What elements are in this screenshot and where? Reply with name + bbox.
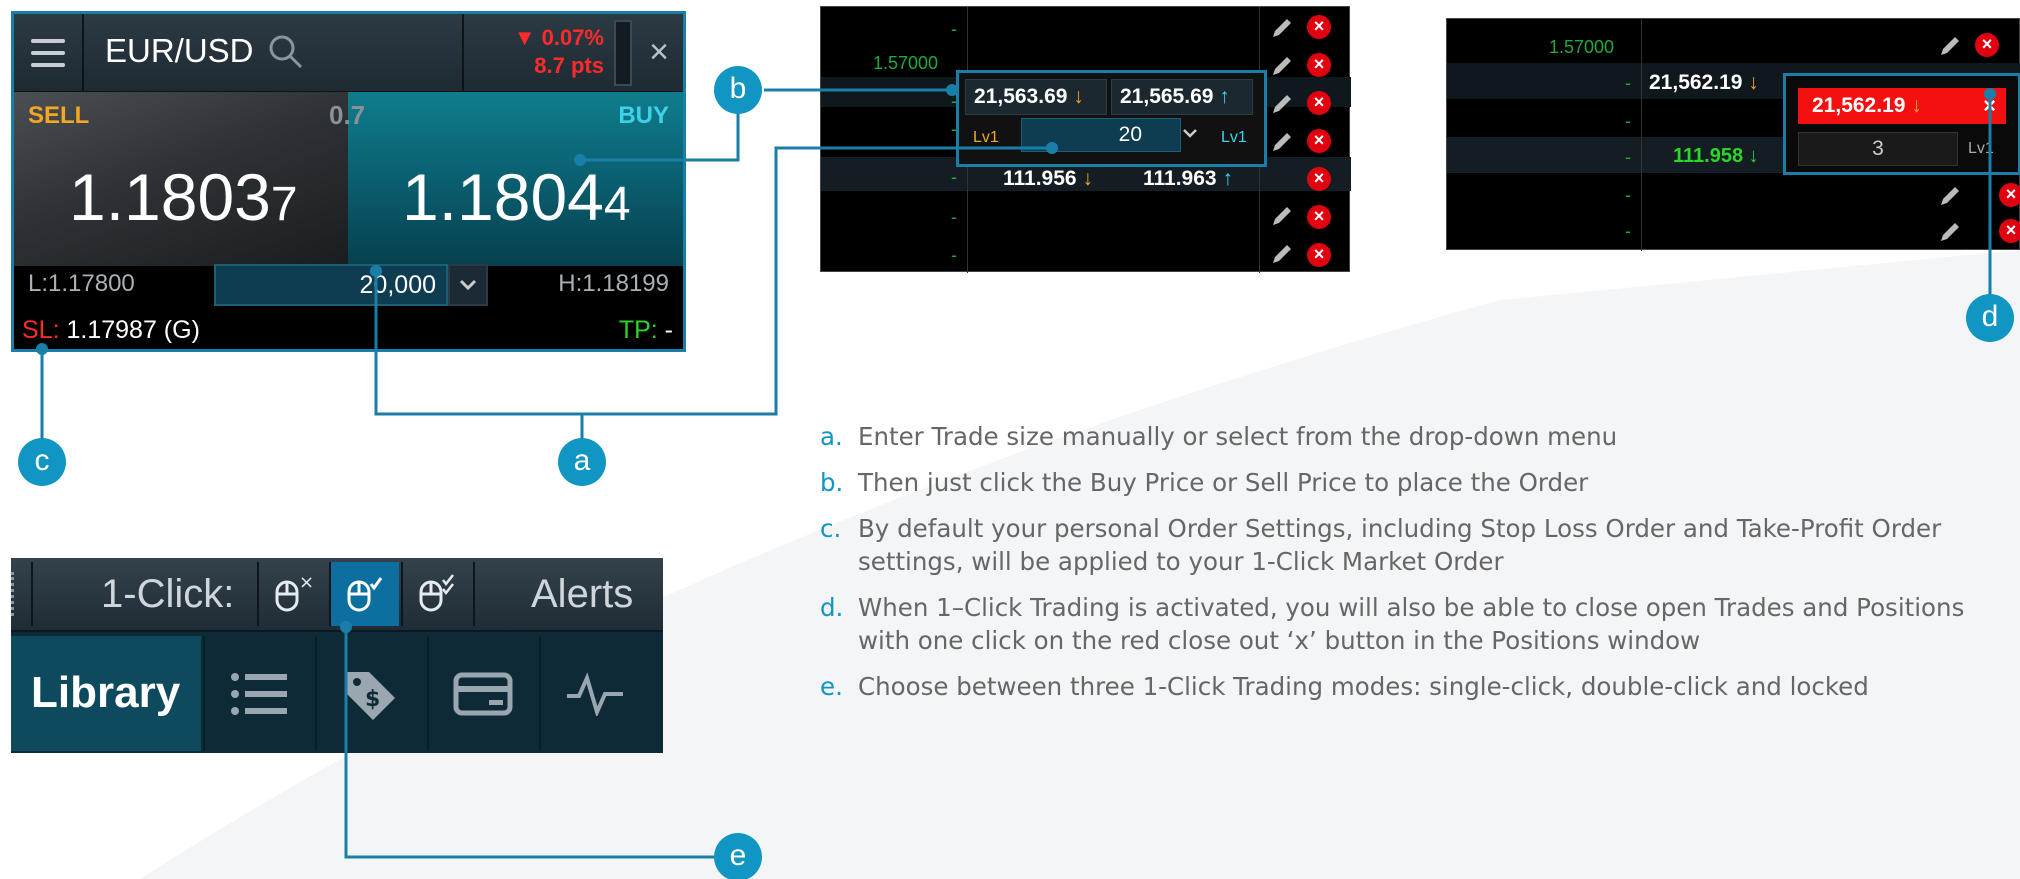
grid-dash: - — [1625, 111, 1631, 131]
chevron-down-icon[interactable] — [1181, 127, 1199, 141]
single-click-mode-icon[interactable]: × — [257, 562, 327, 626]
buy-label: BUY — [618, 102, 669, 129]
quantity-input[interactable]: 3 — [1798, 132, 1958, 166]
card-icon[interactable] — [427, 636, 537, 751]
grid-dash: - — [1625, 73, 1631, 93]
grid-value: 1.57000 — [1549, 37, 1615, 57]
menu-icon[interactable] — [14, 14, 84, 92]
one-click-label: 1-Click: — [101, 572, 235, 616]
close-position-button[interactable]: 21,562.19 ↓ × — [1798, 88, 2006, 124]
close-icon[interactable]: × — [1307, 167, 1331, 191]
alerts-button[interactable]: Alerts — [531, 572, 633, 617]
one-click-close-panel: 21,562.19 ↓ × 3 Lv1 — [1783, 73, 2020, 175]
buy-price-button[interactable]: 21,565.69 ↑ — [1111, 79, 1253, 115]
close-icon[interactable]: × — [1975, 33, 1999, 57]
callout-d: d — [1966, 294, 2014, 342]
edit-icon[interactable] — [1269, 91, 1295, 117]
spread-value: 0.7 — [329, 100, 366, 130]
grid-dash: - — [1625, 185, 1631, 205]
close-icon[interactable]: × — [1307, 205, 1331, 229]
grid-dash: - — [1625, 221, 1631, 241]
close-icon[interactable]: × — [1999, 183, 2020, 207]
note-c: c. By default your personal Order Setting… — [820, 514, 1942, 576]
search-icon[interactable] — [266, 32, 306, 72]
symbol-label[interactable]: EUR/USD — [105, 32, 254, 70]
take-profit[interactable]: TP: - — [619, 316, 673, 345]
edit-icon[interactable] — [1269, 15, 1295, 41]
positions-grid: 1.57000 - - - - - 21,562.19 ↓ 111.958 ↓ … — [1446, 18, 2020, 251]
close-icon[interactable]: × — [1307, 15, 1331, 39]
instructions-list: a. Enter Trade size manually or select fr… — [820, 420, 2020, 716]
chevron-down-icon[interactable] — [448, 264, 488, 306]
sell-label: SELL — [28, 102, 90, 129]
position-row-value: 111.958 ↓ — [1673, 145, 1759, 167]
callout-e: e — [714, 833, 762, 879]
change-points: 8.7 pts — [534, 53, 604, 78]
close-icon[interactable]: × — [1999, 219, 2020, 243]
callout-a: a — [558, 438, 606, 486]
svg-text:$: $ — [365, 687, 380, 712]
buy-price[interactable]: 1.18044 — [402, 159, 631, 235]
grip-handle[interactable] — [11, 572, 21, 616]
library-label: Library — [31, 668, 181, 717]
note-e: e. Choose between three 1-Click Trading m… — [820, 672, 1869, 701]
position-price: 21,562.19 ↓ — [1649, 71, 1759, 94]
close-icon[interactable]: × — [1983, 88, 1996, 124]
close-icon[interactable]: × — [644, 30, 674, 74]
row-buy-price[interactable]: 111.963 ↑ — [1143, 167, 1233, 191]
grid-dash: - — [951, 167, 957, 187]
grid-value: 1.57000 — [873, 53, 939, 73]
grid-dash: - — [1625, 147, 1631, 167]
close-icon[interactable]: × — [1307, 243, 1331, 267]
row-sell-price[interactable]: 111.956 ↓ — [1003, 167, 1093, 191]
trade-ticket: EUR/USD ▼ 0.07% 8.7 pts × SELL BUY 0.7 1… — [11, 11, 686, 352]
level-left: Lv1 — [973, 129, 999, 146]
list-icon[interactable] — [203, 636, 313, 751]
callout-c: c — [18, 438, 66, 486]
close-icon[interactable]: × — [1307, 91, 1331, 115]
note-b: b. Then just click the Buy Price or Sell … — [820, 468, 1589, 497]
level-label: Lv1 — [1968, 140, 1994, 157]
locked-mode-icon[interactable] — [401, 562, 471, 626]
svg-text:×: × — [299, 572, 314, 593]
trade-size-input[interactable]: 20,000 — [214, 264, 448, 306]
price-change: ▼ 0.07% 8.7 pts — [462, 14, 614, 92]
sell-price-button[interactable]: 21,563.69 ↓ — [965, 79, 1107, 115]
grid-dash: - — [951, 207, 957, 227]
grip-handle[interactable] — [614, 20, 632, 86]
edit-icon[interactable] — [1269, 203, 1295, 229]
edit-icon[interactable] — [1269, 53, 1295, 79]
grid-dash: - — [951, 19, 957, 39]
quantity-input[interactable]: 20 — [1021, 118, 1181, 152]
grid-dash: - — [951, 245, 957, 265]
edit-icon[interactable] — [1269, 241, 1295, 267]
edit-icon[interactable] — [1937, 219, 1963, 245]
level-right: Lv1 — [1221, 129, 1247, 146]
orders-grid: 1.57000 - - - - - - 21,563.69 ↓ 21,565.6… — [820, 6, 1351, 273]
close-icon[interactable]: × — [1307, 53, 1331, 77]
sell-price[interactable]: 1.18037 — [69, 159, 298, 235]
price-tag-icon[interactable]: $ — [315, 636, 425, 751]
change-percent: ▼ 0.07% — [513, 25, 604, 50]
low-price: L:1.17800 — [28, 270, 135, 297]
close-icon[interactable]: × — [1307, 129, 1331, 153]
platform-toolbar: 1-Click: × Alerts Library $ — [11, 558, 663, 753]
note-d: d. When 1–Click Trading is activated, you… — [820, 593, 1965, 655]
edit-icon[interactable] — [1937, 33, 1963, 59]
double-click-mode-icon[interactable] — [329, 562, 399, 626]
stop-loss[interactable]: SL: 1.17987 (G) — [22, 316, 200, 345]
activity-icon[interactable] — [539, 636, 649, 751]
note-a: a. Enter Trade size manually or select fr… — [820, 422, 1618, 451]
edit-icon[interactable] — [1269, 129, 1295, 155]
high-price: H:1.18199 — [558, 270, 669, 297]
edit-icon[interactable] — [1937, 183, 1963, 209]
callout-b: b — [714, 66, 762, 114]
